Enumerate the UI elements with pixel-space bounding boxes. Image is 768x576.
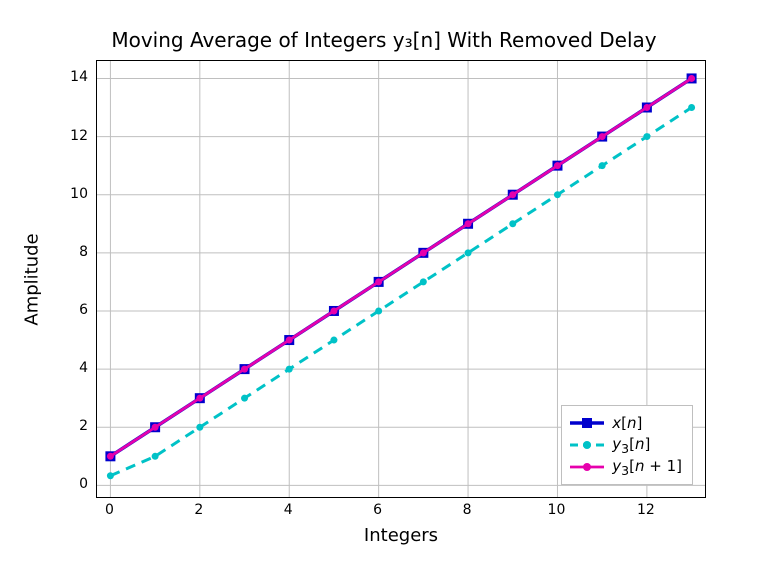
x-tick-label: 12: [637, 502, 655, 518]
y-tick-label: 14: [48, 69, 88, 85]
legend-label-y3: y3[n]: [612, 435, 650, 456]
y-tick-label: 8: [48, 244, 88, 260]
y-tick-label: 12: [48, 128, 88, 144]
x-axis-label: Integers: [96, 525, 706, 546]
x-tick-label: 6: [373, 502, 382, 518]
y-axis-label: Amplitude: [22, 60, 42, 498]
legend-swatch-x: [570, 414, 604, 432]
legend-entry-y3: y3[n]: [570, 434, 682, 456]
legend-swatch-y3: [570, 436, 604, 454]
x-tick-label: 0: [105, 502, 114, 518]
legend-swatch-y3shift: [570, 458, 604, 476]
x-tick-label: 10: [548, 502, 566, 518]
y-tick-label: 0: [48, 476, 88, 492]
y-tick-label: 6: [48, 302, 88, 318]
x-tick-label: 2: [194, 502, 203, 518]
legend-label-x: x[n]: [612, 414, 642, 432]
plot-area: x[n] y3[n] y3[n + 1]: [96, 60, 706, 498]
y-tick-label: 10: [48, 186, 88, 202]
legend-entry-y3shift: y3[n + 1]: [570, 456, 682, 478]
x-tick-label: 8: [463, 502, 472, 518]
legend: x[n] y3[n] y3[n + 1]: [561, 405, 693, 485]
chart-container: Moving Average of Integers y₃[n] With Re…: [0, 0, 768, 576]
y-tick-label: 2: [48, 418, 88, 434]
y-tick-label: 4: [48, 360, 88, 376]
legend-entry-x: x[n]: [570, 412, 682, 434]
x-tick-label: 4: [284, 502, 293, 518]
chart-title: Moving Average of Integers y₃[n] With Re…: [0, 28, 768, 52]
legend-label-y3shift: y3[n + 1]: [612, 457, 682, 478]
